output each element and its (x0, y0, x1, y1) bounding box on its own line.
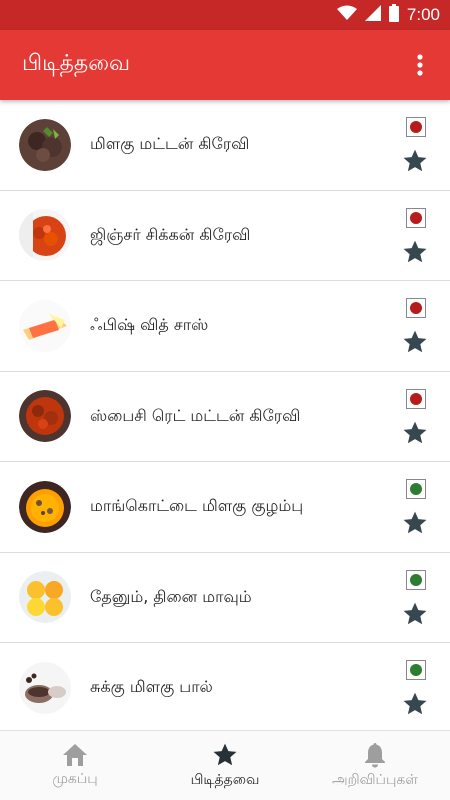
recipe-row[interactable]: ஸ்பைசி ரெட் மட்டன் கிரேவி (0, 372, 450, 462)
page-title: பிடித்தவை (22, 51, 131, 76)
veg-indicator-icon (406, 479, 426, 499)
recipe-thumbnail (19, 480, 71, 533)
recipe-name: ஜிஞ்சர் சிக்கன் கிரேவி (90, 224, 251, 244)
app-bar: பிடித்தவை (0, 30, 450, 100)
status-bar: 7:00 (0, 0, 450, 30)
more-vert-icon (417, 54, 423, 76)
nav-home-label: முகப்பு (52, 770, 98, 787)
recipe-name: மிளகு மட்டன் கிரேவி (90, 134, 250, 154)
recipe-row[interactable]: மாங்கொட்டை மிளகு குழம்பு (0, 462, 450, 553)
recipe-name: சுக்கு மிளகு பால் (90, 677, 213, 697)
favorite-star-icon[interactable] (402, 691, 428, 717)
recipe-name: ஃபிஷ் வித் சாஸ் (90, 315, 209, 335)
nav-favorites-label: பிடித்தவை (190, 771, 260, 788)
home-icon (63, 743, 87, 766)
favorite-star-icon[interactable] (402, 510, 428, 536)
recipe-row[interactable]: ஃபிஷ் வித் சாஸ் (0, 281, 450, 372)
recipe-row[interactable]: ஜிஞ்சர் சிக்கன் கிரேவி (0, 191, 450, 281)
favorite-star-icon[interactable] (402, 329, 428, 355)
recipe-thumbnail (19, 209, 71, 262)
recipe-name: மாங்கொட்டை மிளகு குழம்பு (90, 496, 304, 516)
battery-icon (388, 4, 399, 26)
recipe-row[interactable]: மிளகு மட்டன் கிரேவி (0, 100, 450, 191)
veg-indicator-icon (406, 660, 426, 680)
nav-home[interactable]: முகப்பு (0, 731, 150, 800)
nav-notifications[interactable]: அறிவிப்புகள் (300, 731, 450, 800)
bottom-navigation: முகப்பு பிடித்தவை அறிவிப்புகள் (0, 730, 450, 800)
signal-icon (364, 5, 381, 25)
bell-icon (365, 742, 385, 767)
favorite-star-icon[interactable] (402, 601, 428, 627)
star-icon (213, 743, 237, 765)
status-time: 7:00 (406, 5, 440, 24)
nav-favorites[interactable]: பிடித்தவை (150, 731, 300, 800)
nav-notifications-label: அறிவிப்புகள் (332, 771, 418, 788)
recipe-thumbnail (19, 661, 71, 714)
veg-indicator-icon (406, 569, 426, 590)
recipe-row[interactable]: தேனும், தினை மாவும் (0, 553, 450, 643)
recipe-thumbnail (19, 299, 71, 352)
wifi-icon (336, 5, 357, 25)
favorite-star-icon[interactable] (402, 420, 428, 446)
favorites-list: மிளகு மட்டன் கிரேவி ஜிஞ்சர் சிக்கன் கிரேவ… (0, 100, 450, 730)
favorite-star-icon[interactable] (402, 239, 428, 265)
recipe-thumbnail (19, 390, 71, 443)
recipe-thumbnail (19, 118, 71, 171)
non-veg-indicator-icon (406, 207, 426, 228)
recipe-name: ஸ்பைசி ரெட் மட்டன் கிரேவி (90, 405, 301, 425)
non-veg-indicator-icon (406, 117, 426, 137)
recipe-thumbnail (19, 571, 71, 624)
recipe-name: தேனும், தினை மாவும் (90, 586, 252, 606)
favorite-star-icon[interactable] (402, 148, 428, 174)
non-veg-indicator-icon (406, 388, 426, 409)
recipe-row[interactable]: சுக்கு மிளகு பால் (0, 643, 450, 730)
non-veg-indicator-icon (406, 298, 426, 318)
overflow-menu-button[interactable] (408, 47, 432, 83)
